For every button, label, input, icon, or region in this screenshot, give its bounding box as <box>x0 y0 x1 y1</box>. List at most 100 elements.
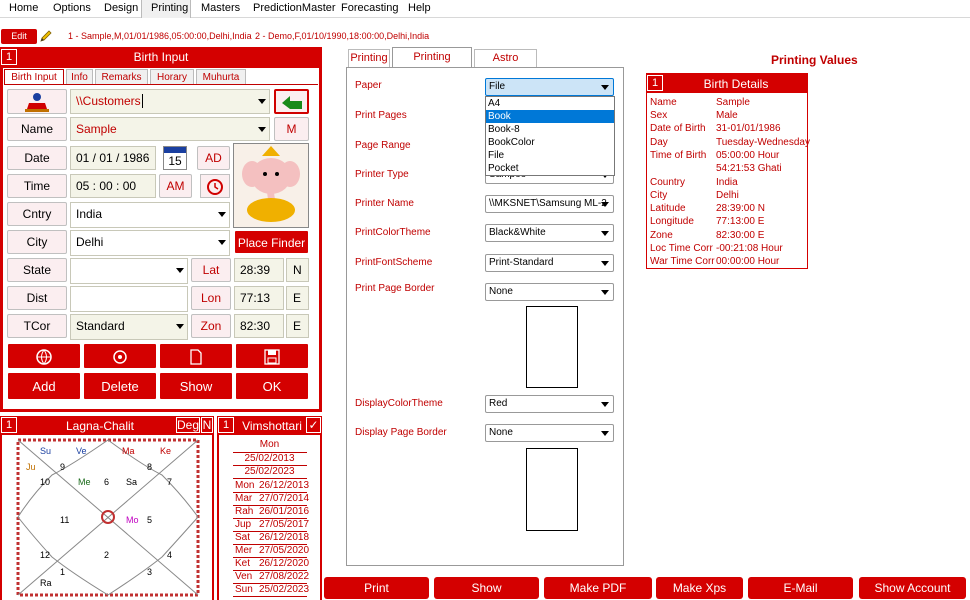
country-select[interactable]: India <box>70 202 230 228</box>
tab-remarks[interactable]: Remarks <box>95 69 148 85</box>
menu-design[interactable]: Design <box>104 2 138 14</box>
n-button[interactable]: N <box>201 417 213 433</box>
zon-dir-field[interactable]: E <box>286 314 309 338</box>
lon-dir-field[interactable]: E <box>286 286 309 310</box>
tab-muhurta[interactable]: Muhurta <box>196 69 246 85</box>
menu-home[interactable]: Home <box>9 2 38 14</box>
name-label-button[interactable]: Name <box>7 117 67 141</box>
make-pdf-button[interactable]: Make PDF <box>544 577 652 599</box>
calendar-icon[interactable]: 15 <box>163 146 187 170</box>
dist-field[interactable] <box>70 286 188 312</box>
time-label-button[interactable]: Time <box>7 174 67 198</box>
planet-su: Su <box>40 446 52 456</box>
menu-forecasting[interactable]: Forecasting <box>341 2 398 14</box>
menu-predictionmaster[interactable]: PredictionMaster <box>253 2 336 14</box>
target-button[interactable] <box>83 343 157 369</box>
globe-button[interactable] <box>7 343 81 369</box>
edit-dob-button[interactable]: Edit DOB <box>1 29 37 56</box>
tab-horary[interactable]: Horary <box>150 69 194 85</box>
zon-field[interactable]: 82:30 <box>234 314 284 338</box>
paper-option-pocket[interactable]: Pocket <box>486 162 614 175</box>
globe-icon <box>36 349 52 365</box>
place-finder-button[interactable]: Place Finder <box>234 230 309 254</box>
tcor-select[interactable]: Standard <box>70 314 188 340</box>
paper-option-file[interactable]: File <box>486 149 614 162</box>
pencil-icon[interactable] <box>39 29 53 43</box>
lat-dir-field[interactable]: N <box>286 258 309 282</box>
lagna-chart-lines <box>16 438 200 597</box>
city-label-button[interactable]: City <box>7 230 67 254</box>
lagna-chart[interactable]: 10 9 8 7 11 5 12 1 2 3 4 6 Su Ve Ma Ke J… <box>0 435 214 600</box>
planet-me: Me <box>78 477 91 487</box>
planet-ke: Ke <box>160 446 172 456</box>
paper-option-a4[interactable]: A4 <box>486 97 614 110</box>
chevron-down-icon[interactable] <box>258 99 266 104</box>
vimshottari-check-icon[interactable]: ✓ <box>306 417 321 433</box>
paper-option-book[interactable]: Book <box>486 110 614 123</box>
back-arrow-button[interactable] <box>274 89 309 114</box>
display-page-border-select[interactable]: None <box>485 424 614 442</box>
city-select[interactable]: Delhi <box>70 230 230 256</box>
email-button[interactable]: E-Mail <box>748 577 853 599</box>
paper-select[interactable]: File <box>485 78 614 96</box>
tab-info[interactable]: Info <box>66 69 93 85</box>
make-xps-button[interactable]: Make Xps <box>656 577 743 599</box>
ok-button[interactable]: OK <box>235 372 309 400</box>
vimshottari-date: 26/01/2016 <box>259 506 310 517</box>
deg-button[interactable]: Deg <box>176 417 200 433</box>
name-field[interactable]: Sample <box>70 117 270 141</box>
state-label-button[interactable]: State <box>7 258 67 282</box>
chevron-down-icon[interactable] <box>218 212 226 217</box>
customers-field[interactable]: \\Customers <box>70 89 270 114</box>
lagna-header: 1 Lagna-Chalit Deg N <box>0 416 214 435</box>
menu-options[interactable]: Options <box>53 2 91 14</box>
menu-printing[interactable]: Printing <box>151 2 188 14</box>
tab-printing-options[interactable]: Printing Options <box>392 47 472 82</box>
printer-name-select[interactable]: \\MKSNET\Samsung ML-2 <box>485 195 614 213</box>
display-color-theme-select[interactable]: Red <box>485 395 614 413</box>
lat-button[interactable]: Lat <box>191 258 231 282</box>
show-print-button[interactable]: Show <box>434 577 539 599</box>
country-label-button[interactable]: Cntry <box>7 202 67 226</box>
show-button[interactable]: Show <box>159 372 233 400</box>
ad-button[interactable]: AD <box>197 146 230 170</box>
menu-help[interactable]: Help <box>408 2 431 14</box>
chevron-down-icon[interactable] <box>176 324 184 329</box>
state-select[interactable] <box>70 258 188 284</box>
print-page-border-select[interactable]: None <box>485 283 614 301</box>
customers-button[interactable] <box>7 89 67 114</box>
lon-field[interactable]: 77:13 <box>234 286 284 310</box>
print-button[interactable]: Print <box>324 577 429 599</box>
delete-button[interactable]: Delete <box>83 372 157 400</box>
lat-field[interactable]: 28:39 <box>234 258 284 282</box>
zon-button[interactable]: Zon <box>191 314 231 338</box>
print-font-scheme-select[interactable]: Print-Standard <box>485 254 614 272</box>
chevron-down-icon[interactable] <box>176 268 184 273</box>
chevron-down-icon[interactable] <box>218 240 226 245</box>
tab-birth-input[interactable]: Birth Input <box>4 69 64 85</box>
time-field[interactable]: 05 : 00 : 00 <box>70 174 156 198</box>
show-account-button[interactable]: Show Account <box>859 577 966 599</box>
dob-entry-2[interactable]: 2 - Demo,F,01/10/1990,18:00:00,Delhi,Ind… <box>255 31 429 41</box>
lon-button[interactable]: Lon <box>191 286 231 310</box>
print-color-theme-select[interactable]: Black&White <box>485 224 614 242</box>
clock-alarm-icon[interactable] <box>200 174 230 198</box>
menu-masters[interactable]: Masters <box>201 2 240 14</box>
tcor-label-button[interactable]: TCor <box>7 314 67 338</box>
date-label-button[interactable]: Date <box>7 146 67 170</box>
birth-detail-label: Day <box>650 136 668 148</box>
save-button[interactable] <box>235 343 309 369</box>
am-button[interactable]: AM <box>159 174 192 198</box>
paper-option-bookcolor[interactable]: BookColor <box>486 136 614 149</box>
dob-entry-1[interactable]: 1 - Sample,M,01/01/1986,05:00:00,Delhi,I… <box>68 31 252 41</box>
add-button[interactable]: Add <box>7 372 81 400</box>
chevron-down-icon[interactable] <box>258 127 266 132</box>
date-field[interactable]: 01 / 01 / 1986 <box>70 146 156 170</box>
new-document-button[interactable] <box>159 343 233 369</box>
vimshottari-planet: Mer <box>235 545 253 556</box>
tab-astro-option[interactable]: Astro Option <box>474 49 537 81</box>
dist-label-button[interactable]: Dist <box>7 286 67 310</box>
tab-printing[interactable]: Printing <box>348 49 390 67</box>
gender-button[interactable]: M <box>274 117 309 141</box>
paper-option-book-8[interactable]: Book-8 <box>486 123 614 136</box>
